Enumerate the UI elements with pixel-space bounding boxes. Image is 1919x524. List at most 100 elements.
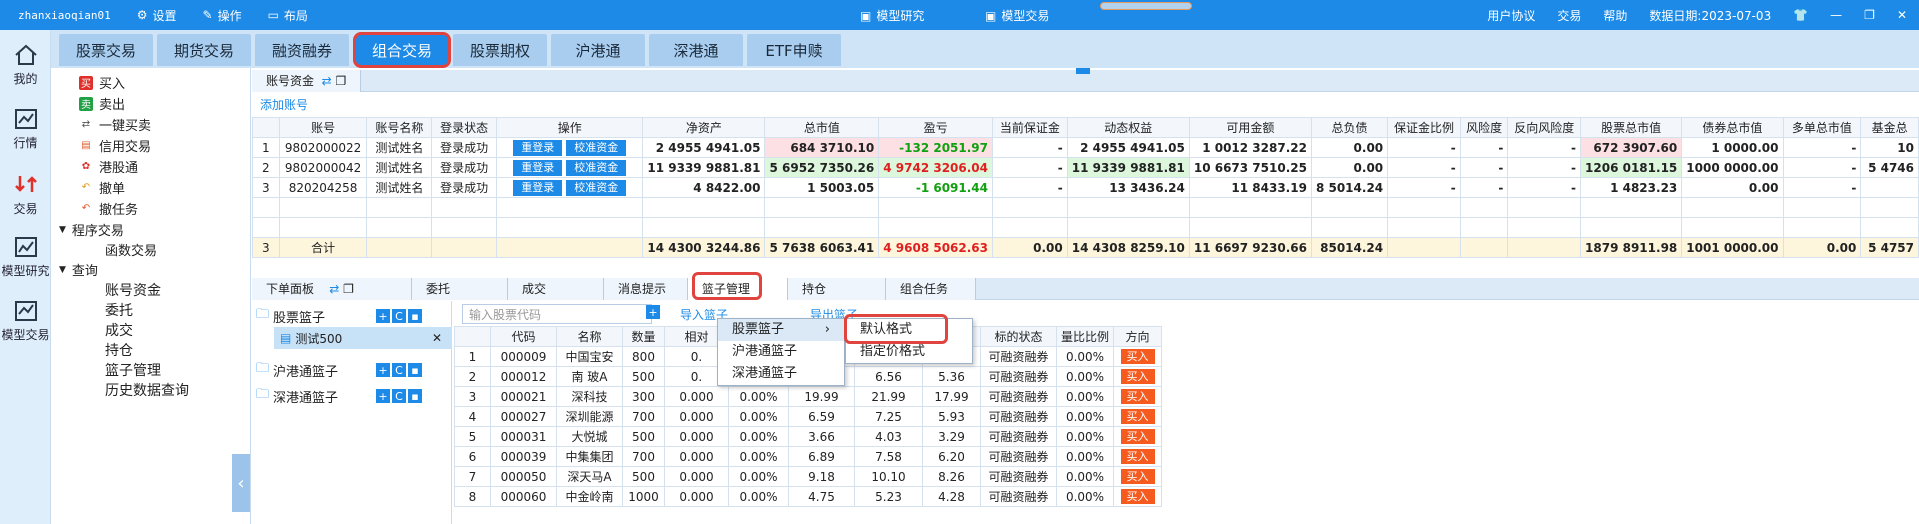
buy-direction-button[interactable]: 买入: [1120, 429, 1155, 444]
menu-layout[interactable]: ▭ 布局: [268, 7, 308, 24]
tree-account-funds[interactable]: 账号资金: [105, 280, 161, 300]
buy-direction-button[interactable]: 买入: [1120, 469, 1155, 484]
close-icon[interactable]: ✕: [1897, 8, 1907, 22]
basket-item-test500[interactable]: ▤ 测试500 ✕: [274, 327, 452, 349]
add-icon[interactable]: +: [376, 363, 390, 377]
buy-direction-button[interactable]: 买入: [1120, 409, 1155, 424]
basket-group-stock[interactable]: 🗀 股票篮子 + C ▪: [256, 305, 422, 327]
tree-buy[interactable]: 买买入: [79, 73, 125, 92]
menu-price-format[interactable]: 指定价格式: [846, 341, 972, 363]
column-header[interactable]: [454, 326, 491, 347]
tree-basket-mgmt[interactable]: 篮子管理: [105, 360, 161, 380]
table-cell[interactable]: 买入: [1113, 366, 1163, 387]
column-header[interactable]: 登录状态: [431, 117, 498, 138]
nav-trade[interactable]: 交易: [0, 172, 51, 217]
tree-sell[interactable]: 卖卖出: [79, 94, 125, 113]
column-header[interactable]: 量比比例: [1055, 326, 1115, 347]
column-header[interactable]: 风险度: [1459, 117, 1509, 138]
table-row[interactable]: 6 000039 中集集团 700 0.000 0.00% 6.89 7.58 6.20 可融资融…: [454, 446, 1163, 467]
column-header[interactable]: 盈亏: [878, 117, 994, 138]
relogin-button[interactable]: 重登录: [513, 159, 563, 176]
buy-direction-button[interactable]: 买入: [1120, 349, 1155, 364]
column-header[interactable]: 总市值: [764, 117, 880, 138]
tab-deals[interactable]: 成交: [508, 277, 604, 300]
column-header[interactable]: 保证金比例: [1387, 117, 1461, 138]
column-header[interactable]: 数量: [622, 326, 665, 347]
menu-settings[interactable]: ⚙ 设置: [137, 7, 177, 24]
column-header[interactable]: 当前保证金: [992, 117, 1068, 138]
model-trade-link[interactable]: ▣ 模型交易: [985, 7, 1049, 24]
menu-sh-basket[interactable]: 沪港通篮子: [718, 341, 844, 363]
table-cell[interactable]: 买入: [1113, 466, 1163, 487]
popout-icon[interactable]: ❐: [336, 74, 347, 88]
tab-orders[interactable]: 委托: [412, 277, 508, 300]
delete-icon[interactable]: ▪: [408, 389, 422, 403]
tree-cancel[interactable]: ↶ 撤单: [79, 178, 125, 197]
buy-direction-button[interactable]: 买入: [1120, 389, 1155, 404]
tab-positions[interactable]: 持仓: [788, 277, 886, 300]
shirt-icon[interactable]: 👕: [1793, 8, 1808, 22]
table-cell[interactable]: 买入: [1113, 346, 1163, 367]
tree-hk-connect[interactable]: ✿ 港股通: [79, 157, 138, 176]
tab-etf[interactable]: ETF申赎: [747, 34, 841, 66]
tree-positions[interactable]: 持仓: [105, 340, 133, 360]
add-stock-button[interactable]: +: [646, 305, 660, 319]
tab-sz-hk-connect[interactable]: 深港通: [649, 34, 743, 66]
tree-orders[interactable]: 委托: [105, 300, 133, 320]
table-cell[interactable]: 买入: [1113, 406, 1163, 427]
table-row[interactable]: 2 9802000042 测试姓名 登录成功 重登录 校准资金 11 9339 9881.8…: [252, 157, 1919, 178]
column-header[interactable]: 账号: [278, 117, 368, 138]
column-header[interactable]: 操作: [496, 117, 644, 138]
basket-group-sz[interactable]: 🗀 深港通篮子 + C ▪: [256, 385, 422, 407]
nav-model-trade[interactable]: 模型交易: [0, 300, 51, 343]
copy-icon[interactable]: C: [392, 309, 406, 323]
column-header[interactable]: 账号名称: [366, 117, 433, 138]
column-header[interactable]: 多单总市值: [1782, 117, 1862, 138]
add-icon[interactable]: +: [376, 389, 390, 403]
popout-icon[interactable]: ❐: [343, 282, 354, 296]
delete-icon[interactable]: ▪: [408, 309, 422, 323]
nav-model-research[interactable]: 模型研究: [0, 236, 51, 279]
tab-order-panel[interactable]: 下单面板 ⇄ ❐: [252, 277, 412, 300]
swap-icon[interactable]: ⇄: [322, 74, 332, 88]
tab-margin-trade[interactable]: 融资融券: [255, 34, 349, 66]
menu-sz-basket[interactable]: 深港通篮子: [718, 363, 844, 385]
help-link[interactable]: 帮助: [1603, 7, 1627, 24]
column-header[interactable]: 债券总市值: [1681, 117, 1784, 138]
tree-one-click[interactable]: ⇄ 一键买卖: [79, 115, 151, 134]
tab-messages[interactable]: 消息提示: [604, 277, 688, 300]
column-header[interactable]: 方向: [1113, 326, 1163, 347]
table-row[interactable]: 3 000021 深科技 300 0.000 0.00% 19.99 21.99 17.99 可融…: [454, 386, 1163, 407]
table-row[interactable]: 7 000050 深天马A 500 0.000 0.00% 9.18 10.10 8.26 可融资…: [454, 466, 1163, 487]
column-header[interactable]: 股票总市值: [1580, 117, 1683, 138]
tab-portfolio-trade[interactable]: 组合交易: [353, 32, 451, 68]
splitter-handle[interactable]: [1076, 68, 1090, 74]
menu-stock-basket[interactable]: 股票篮子 ›: [718, 319, 844, 341]
delete-icon[interactable]: ▪: [408, 363, 422, 377]
tree-function-trade[interactable]: 函数交易: [105, 240, 157, 259]
collapse-panel-button[interactable]: ‹: [232, 454, 250, 512]
drag-handle[interactable]: [1100, 2, 1192, 10]
column-header[interactable]: 动态权益: [1066, 117, 1190, 138]
calibrate-funds-button[interactable]: 校准资金: [566, 139, 627, 156]
column-header[interactable]: 标的状态: [980, 326, 1057, 347]
tree-prog-trade[interactable]: ▼ 程序交易: [59, 220, 124, 239]
table-cell[interactable]: 买入: [1113, 486, 1163, 507]
table-row[interactable]: 4 000027 深圳能源 700 0.000 0.00% 6.59 7.25 5.93 可融资融…: [454, 406, 1163, 427]
trade-link[interactable]: 交易: [1557, 7, 1581, 24]
buy-direction-button[interactable]: 买入: [1120, 369, 1155, 384]
basket-group-sh[interactable]: 🗀 沪港通篮子 + C ▪: [256, 359, 422, 381]
model-research-link[interactable]: ▣ 模型研究: [860, 7, 924, 24]
column-header[interactable]: [252, 117, 280, 138]
copy-icon[interactable]: C: [392, 389, 406, 403]
relogin-button[interactable]: 重登录: [513, 179, 563, 196]
table-row[interactable]: 5 000031 大悦城 500 0.000 0.00% 3.66 4.03 3.29 可融资融券…: [454, 426, 1163, 447]
column-header[interactable]: 总负债: [1310, 117, 1389, 138]
swap-icon[interactable]: ⇄: [329, 282, 339, 296]
table-cell[interactable]: 买入: [1113, 386, 1163, 407]
user-agreement-link[interactable]: 用户协议: [1487, 7, 1535, 24]
stock-code-input[interactable]: 输入股票代码: [462, 304, 652, 324]
calibrate-funds-button[interactable]: 校准资金: [566, 179, 627, 196]
tree-cancel-task[interactable]: ↶ 撤任务: [79, 199, 138, 218]
column-header[interactable]: 基金总: [1860, 117, 1919, 138]
